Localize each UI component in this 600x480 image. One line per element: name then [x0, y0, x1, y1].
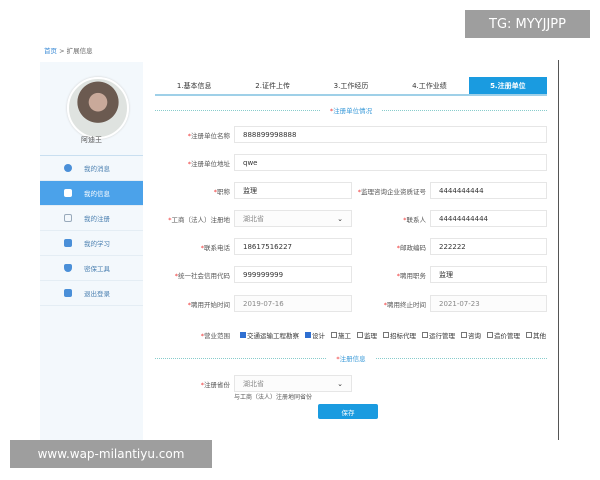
sidebar-item-label: 退出登录: [84, 290, 110, 298]
reg-place-label: *工商（法人）注册地: [168, 216, 230, 224]
sidebar-item-label: 我的信息: [84, 190, 110, 198]
reg-place-select[interactable]: 湖北省 ⌄: [234, 210, 352, 227]
phone-input[interactable]: 18617516227: [234, 238, 352, 255]
scope-checkboxes: 交通运输工程勘察 设计 施工 监理 招标代理 运行管理 咨询 造价管理 其他: [240, 330, 546, 340]
scope-checkbox-survey[interactable]: 交通运输工程勘察: [240, 330, 299, 340]
contact-label: *联系人: [403, 216, 426, 224]
user-name: 阿迪王: [81, 136, 102, 144]
breadcrumb-home[interactable]: 首页: [44, 47, 57, 55]
position-label: *聘用职务: [396, 272, 426, 280]
watermark-top: TG: MYYJJPP: [465, 10, 590, 38]
sidebar-item-logout[interactable]: 退出登录: [40, 281, 143, 306]
credit-code-label: *统一社会信用代码: [174, 272, 230, 280]
sidebar-item-messages[interactable]: 我的消息: [40, 156, 143, 181]
sidebar-item-label: 我的注册: [84, 215, 110, 223]
position-input[interactable]: 监理: [430, 266, 547, 283]
contact-input[interactable]: 44444444444: [430, 210, 547, 227]
sidebar-item-registration[interactable]: 我的注册: [40, 206, 143, 231]
sidebar: 阿迪王 我的消息 我的信息 我的注册 我的学习 密保工具 退出登录: [40, 62, 143, 440]
watermark-bottom: www.wap-milantiyu.com: [10, 440, 212, 468]
chevron-down-icon: ⌄: [337, 379, 343, 388]
breadcrumb: 首页 > 扩展信息: [44, 45, 93, 55]
breadcrumb-separator: >: [59, 47, 65, 55]
sidebar-item-my-info[interactable]: 我的信息: [40, 181, 143, 206]
sidebar-menu: 我的消息 我的信息 我的注册 我的学习 密保工具 退出登录: [40, 155, 143, 306]
step-tabs: 1.基本信息 2.证件上传 3.工作经历 4.工作业绩 5.注册单位: [155, 77, 548, 96]
save-button[interactable]: 保存: [318, 404, 378, 419]
document-icon: [64, 214, 72, 222]
content-border: [558, 60, 559, 440]
unit-address-input[interactable]: qwe: [234, 154, 547, 171]
tab-certificates[interactable]: 2.证件上传: [233, 77, 311, 94]
book-icon: [64, 239, 72, 247]
scope-checkbox-supervision[interactable]: 监理: [357, 330, 377, 340]
scope-label: *营业范围: [200, 332, 230, 340]
tab-basic-info[interactable]: 1.基本信息: [155, 77, 233, 94]
unit-name-input[interactable]: 888899998888: [234, 126, 547, 143]
sidebar-item-label: 密保工具: [84, 265, 110, 273]
avatar: [67, 77, 129, 139]
credit-code-input[interactable]: 999999999: [234, 266, 352, 283]
postcode-label: *邮政编码: [396, 244, 426, 252]
sidebar-item-security-tools[interactable]: 密保工具: [40, 256, 143, 281]
postcode-input[interactable]: 222222: [430, 238, 547, 255]
qualification-no-input[interactable]: 4444444444: [430, 182, 547, 199]
reg-province-hint: 与工商（法人）注册地同省份: [234, 394, 313, 401]
scope-checkbox-consulting[interactable]: 咨询: [461, 330, 481, 340]
scope-checkbox-operations[interactable]: 运行管理: [422, 330, 455, 340]
scope-checkbox-construction[interactable]: 施工: [331, 330, 351, 340]
section-heading-registration: *注册信息: [155, 353, 547, 363]
tab-achievements[interactable]: 4.工作业绩: [390, 77, 468, 94]
start-date-label: *聘用开始时间: [187, 301, 230, 309]
scope-checkbox-other[interactable]: 其他: [526, 330, 546, 340]
sidebar-item-label: 我的消息: [84, 165, 110, 173]
tab-work-history[interactable]: 3.工作经历: [312, 77, 390, 94]
unit-address-label: *注册单位地址: [187, 160, 230, 168]
title-input[interactable]: 监理: [234, 182, 352, 199]
phone-label: *联系电话: [200, 244, 230, 252]
tab-registered-unit[interactable]: 5.注册单位: [468, 77, 548, 94]
reg-province-select[interactable]: 湖北省 ⌄: [234, 375, 352, 392]
end-date-input[interactable]: 2021-07-23: [430, 295, 547, 312]
end-date-label: *聘用终止时间: [383, 301, 426, 309]
scope-checkbox-design[interactable]: 设计: [305, 330, 325, 340]
scope-checkbox-cost-management[interactable]: 造价管理: [487, 330, 520, 340]
message-icon: [64, 164, 72, 172]
logout-icon: [64, 289, 72, 297]
shield-icon: [64, 264, 72, 272]
section-title: 注册信息: [339, 355, 366, 363]
section-heading-unit: *注册单位情况: [155, 105, 547, 115]
scope-checkbox-bidding-agent[interactable]: 招标代理: [383, 330, 416, 340]
reg-province-label: *注册省份: [200, 381, 230, 389]
section-title: 注册单位情况: [333, 107, 373, 115]
start-date-input[interactable]: 2019-07-16: [234, 295, 352, 312]
qualification-no-label: *监理咨询企业资质证号: [357, 188, 426, 196]
breadcrumb-current: 扩展信息: [66, 47, 93, 55]
sidebar-item-label: 我的学习: [84, 240, 110, 248]
unit-name-label: *注册单位名称: [187, 132, 230, 140]
title-label: *职称: [213, 188, 230, 196]
user-icon: [64, 189, 72, 197]
sidebar-item-learning[interactable]: 我的学习: [40, 231, 143, 256]
